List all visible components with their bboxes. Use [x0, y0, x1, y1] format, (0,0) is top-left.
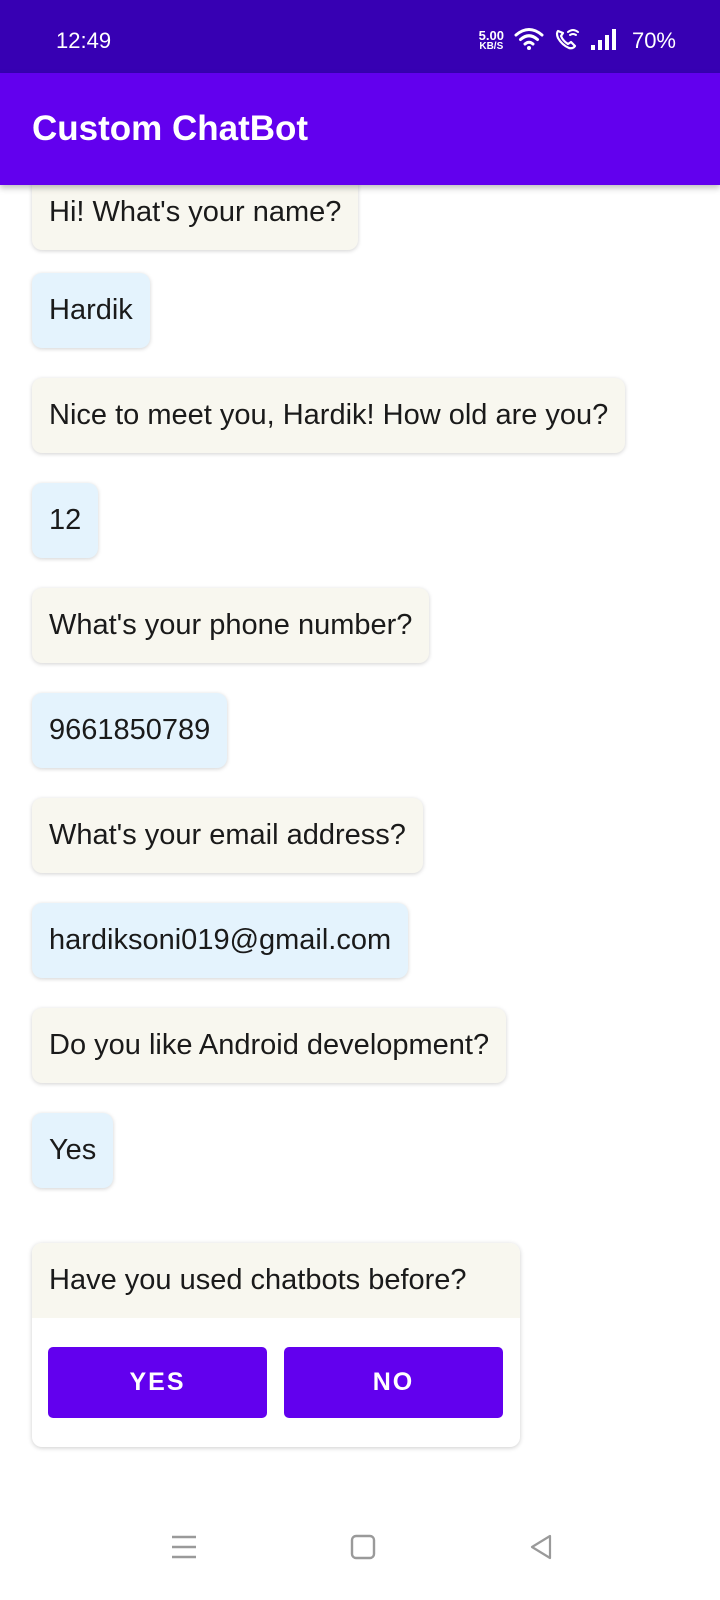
status-bar: 12:49 5.00 KB/S 70%: [0, 0, 720, 73]
no-button[interactable]: NO: [284, 1347, 503, 1418]
status-time: 12:49: [56, 28, 112, 53]
wifi-icon: [514, 27, 544, 56]
bot-message: Do you like Android development?: [32, 1008, 507, 1083]
status-icons: 5.00 KB/S 70%: [479, 26, 676, 56]
network-speed-value: 5.00: [478, 28, 504, 43]
bot-message: Hi! What's your name?: [32, 185, 359, 250]
user-message: Yes: [32, 1113, 114, 1188]
network-speed: 5.00 KB/S: [478, 28, 504, 52]
chat-list[interactable]: Hi! What's your name? Hardik Nice to mee…: [0, 185, 720, 1495]
user-message: 9661850789: [32, 693, 228, 768]
user-message: 12: [32, 483, 99, 558]
bot-message: Nice to meet you, Hardik! How old are yo…: [32, 378, 626, 453]
back-icon[interactable]: [528, 1533, 554, 1566]
bot-message: What's your email address?: [32, 798, 423, 873]
signal-icon: [590, 27, 620, 56]
choice-card: Have you used chatbots before? YES NO: [32, 1243, 520, 1447]
wifi-calling-icon: [554, 27, 580, 56]
navigation-bar: [0, 1495, 720, 1600]
app-bar: Custom ChatBot: [0, 73, 720, 185]
home-icon[interactable]: [350, 1533, 376, 1566]
app-title: Custom ChatBot: [32, 109, 309, 148]
choice-question: Have you used chatbots before?: [32, 1243, 520, 1318]
battery-level: 70%: [631, 28, 676, 53]
yes-button[interactable]: YES: [48, 1347, 267, 1418]
menu-icon[interactable]: [170, 1533, 198, 1566]
bot-message: What's your phone number?: [32, 588, 430, 663]
user-message: hardiksoni019@gmail.com: [32, 903, 409, 978]
user-message: Hardik: [32, 273, 150, 348]
network-speed-unit: KB/S: [479, 41, 504, 52]
